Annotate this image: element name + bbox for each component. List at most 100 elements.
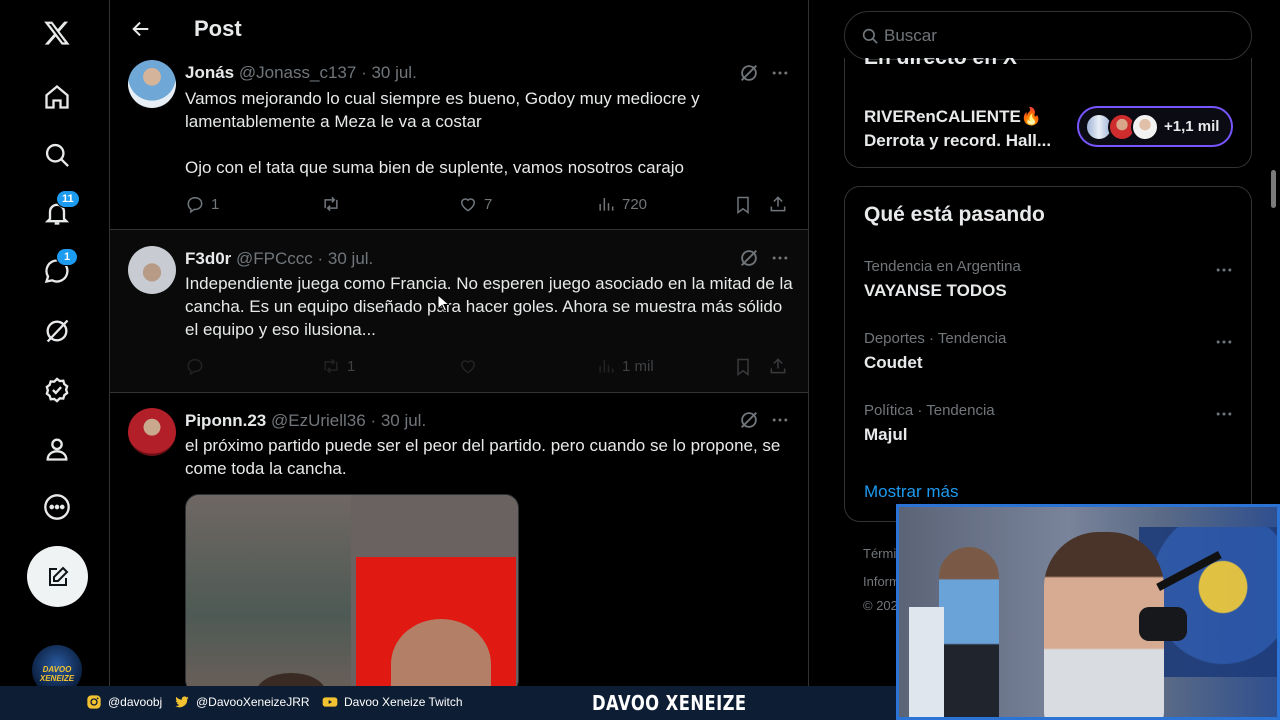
live-title: En directo en X [864, 58, 1017, 70]
twitter-link: @DavooXeneizeJRR [174, 694, 310, 710]
author-handle[interactable]: @FPCccc [236, 249, 313, 268]
more-icon[interactable] [770, 63, 790, 83]
footer-info-link[interactable]: Inform [863, 574, 900, 589]
back-arrow-icon[interactable] [126, 14, 156, 44]
tweet-date[interactable]: · 30 jul. [318, 249, 374, 268]
page-scrollbar[interactable] [1271, 170, 1276, 208]
live-on-x-panel: En directo en X RIVERenCALIENTE🔥 Derrota… [844, 58, 1252, 168]
tweet[interactable]: F3d0r @FPCccc · 30 jul. Independiente ju… [110, 230, 808, 393]
panel-title: Qué está pasando [864, 203, 1045, 226]
verified-icon[interactable] [28, 361, 86, 419]
views-button[interactable]: 720 [596, 194, 647, 214]
reply-button[interactable]: 1 [185, 194, 219, 214]
listener-avatar [1131, 113, 1159, 141]
tweet-actions: 1 1 mil [185, 356, 797, 380]
main-column: Post Jonás @Jonass_c137 · 30 jul. Vamos … [109, 0, 809, 686]
instagram-icon [87, 695, 101, 709]
share-icon[interactable] [768, 356, 788, 376]
page-title: Post [194, 16, 242, 41]
reply-icon [187, 197, 203, 214]
post-header: Post [110, 0, 808, 58]
reply-icon [187, 359, 203, 376]
media-left-panel [186, 495, 351, 686]
avatar[interactable] [128, 408, 176, 456]
author-name[interactable]: Piponn.23 [185, 411, 266, 430]
whats-happening-panel: Qué está pasando Tendencia en Argentina … [844, 186, 1252, 522]
bell-icon[interactable]: 11 [28, 184, 86, 242]
retweet-count: 1 [347, 357, 356, 375]
trend-item[interactable]: Política · Tendencia Majul [864, 402, 1234, 462]
heart-icon [460, 198, 476, 212]
live-listeners-pill[interactable]: +1,1 mil [1077, 106, 1233, 147]
compose-button[interactable] [27, 546, 88, 607]
footer-copyright: © 202 [863, 598, 898, 613]
tweet-media-image[interactable] [185, 494, 519, 686]
tweet-date[interactable]: · 30 jul. [370, 411, 426, 430]
more-icon[interactable] [1214, 260, 1234, 280]
show-more-link[interactable]: Mostrar más [864, 482, 958, 502]
search-icon[interactable] [28, 126, 86, 184]
webcam-poster-figure [939, 547, 999, 717]
webcam-overlay [896, 504, 1280, 720]
grok-icon[interactable] [738, 409, 760, 431]
bookmark-icon[interactable] [733, 357, 753, 377]
youtube-icon [322, 697, 338, 707]
bookmark-icon[interactable] [733, 195, 753, 215]
like-button[interactable]: 7 [458, 194, 492, 214]
like-button[interactable] [458, 356, 484, 376]
author-name[interactable]: Jonás [185, 63, 234, 82]
avatar[interactable] [128, 60, 176, 108]
footer-terms-link[interactable]: Térmi [863, 546, 896, 561]
more-circle-icon[interactable] [28, 478, 86, 536]
grok-icon[interactable] [738, 62, 760, 84]
trend-meta: Política · Tendencia [864, 402, 995, 419]
tweet-header: Jonás @Jonass_c137 · 30 jul. [185, 63, 417, 83]
reply-count: 1 [211, 195, 220, 213]
x-logo-icon[interactable] [28, 4, 86, 62]
listener-count: +1,1 mil [1164, 118, 1220, 135]
reply-button[interactable] [185, 356, 211, 376]
tweet[interactable]: Piponn.23 @EzUriell36 · 30 jul. el próxi… [110, 393, 808, 686]
message-icon[interactable]: 1 [28, 242, 86, 300]
instagram-handle: @davoobj [108, 695, 163, 709]
twitch-label: Davoo Xeneize Twitch [344, 695, 463, 709]
more-icon[interactable] [770, 248, 790, 268]
live-description[interactable]: Derrota y record. Hall... [864, 131, 1064, 151]
author-name[interactable]: F3d0r [185, 249, 231, 268]
tweet-text: el próximo partido puede ser el peor del… [185, 436, 781, 478]
retweet-button[interactable] [321, 194, 347, 214]
heart-icon [460, 360, 476, 374]
message-badge: 1 [56, 248, 78, 266]
author-handle[interactable]: @EzUriell36 [271, 411, 366, 430]
tweet-date[interactable]: · 30 jul. [361, 63, 417, 82]
twitter-handle: @DavooXeneizeJRR [196, 695, 310, 709]
trend-item[interactable]: Deportes · Tendencia Coudet [864, 330, 1234, 390]
grok-icon[interactable] [738, 247, 760, 269]
author-handle[interactable]: @Jonass_c137 [239, 63, 356, 82]
views-button[interactable]: 1 mil [596, 356, 654, 376]
search-placeholder: Buscar [884, 26, 937, 45]
share-icon[interactable] [768, 194, 788, 214]
search-icon [862, 28, 878, 44]
tweet[interactable]: Jonás @Jonass_c137 · 30 jul. Vamos mejor… [110, 44, 808, 230]
tweet-header: F3d0r @FPCccc · 30 jul. [185, 249, 373, 269]
twitch-link: Davoo Xeneize Twitch [322, 694, 463, 710]
view-count: 1 mil [622, 357, 654, 375]
trend-name: Coudet [864, 353, 923, 372]
left-navigation: 11 1 DAVOO XENEIZE [0, 0, 110, 695]
person-icon[interactable] [28, 420, 86, 478]
search-input[interactable]: Buscar [844, 11, 1252, 60]
twitter-bird-icon [175, 696, 189, 708]
home-icon[interactable] [28, 68, 86, 126]
instagram-link: @davoobj [86, 694, 162, 710]
more-icon[interactable] [1214, 332, 1234, 352]
mouse-cursor-icon [437, 294, 449, 312]
avatar[interactable] [128, 246, 176, 294]
more-icon[interactable] [1214, 404, 1234, 424]
views-icon [599, 198, 614, 211]
retweet-button[interactable]: 1 [321, 356, 355, 376]
live-host[interactable]: RIVERenCALIENTE🔥 [864, 107, 1042, 127]
trend-item[interactable]: Tendencia en Argentina VAYANSE TODOS [864, 258, 1234, 318]
grok-icon[interactable] [28, 302, 86, 360]
more-icon[interactable] [770, 410, 790, 430]
